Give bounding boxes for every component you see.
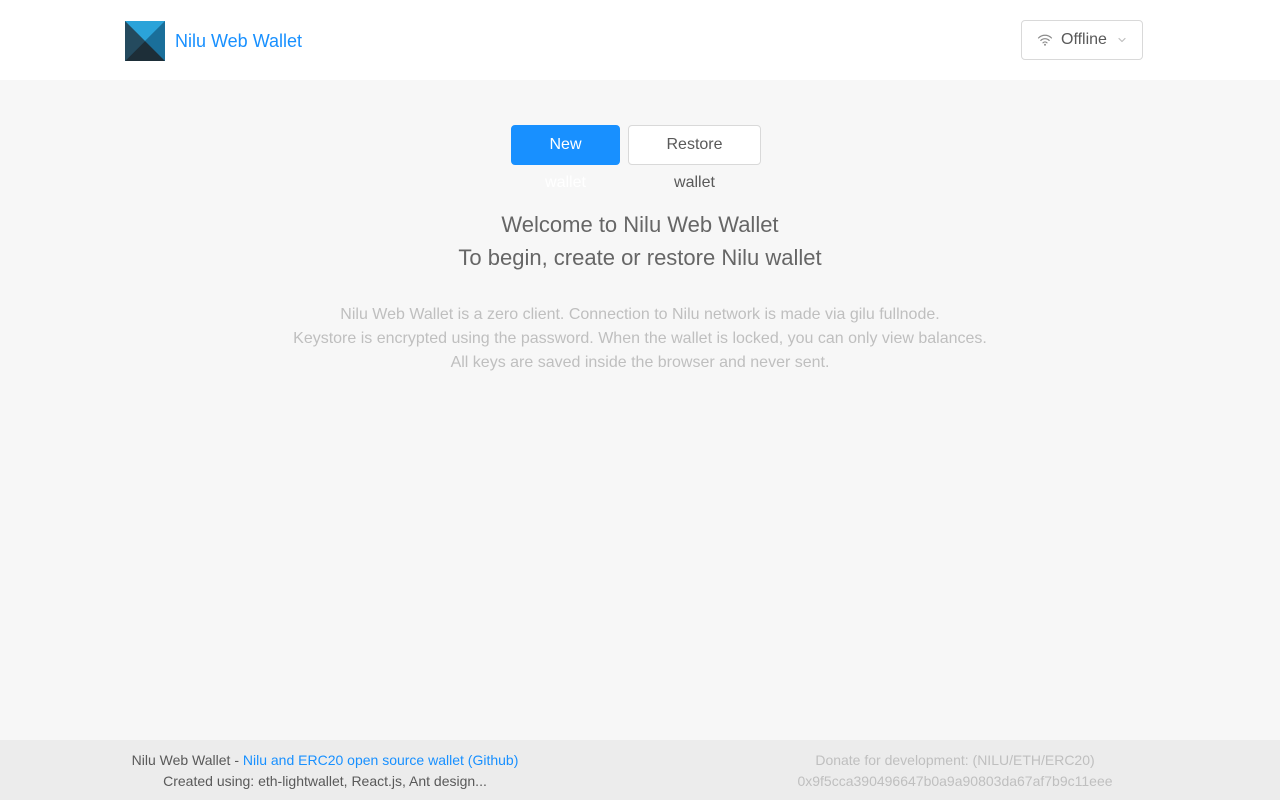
footer-donate: Donate for development: (NILU/ETH/ERC20)…: [755, 750, 1155, 792]
restore-wallet-button[interactable]: Restore wallet: [628, 125, 761, 191]
github-link[interactable]: Nilu and ERC20 open source wallet (Githu…: [243, 752, 518, 768]
donate-address[interactable]: 0x9f5cca390496647b0a9a90803da67af7b9c11e…: [755, 771, 1155, 792]
info-line: Nilu Web Wallet is a zero client. Connec…: [340, 306, 940, 323]
nilu-logo-icon: [125, 21, 165, 61]
footer-created-using: Created using: eth-lightwallet, React.js…: [163, 773, 487, 789]
footer-app-name: Nilu Web Wallet: [131, 752, 231, 768]
new-wallet-button[interactable]: New wallet: [511, 125, 620, 191]
donate-label: Donate for development: (NILU/ETH/ERC20): [815, 752, 1095, 768]
welcome-subline: To begin, create or restore Nilu wallet: [458, 245, 822, 270]
welcome-heading: Welcome to Nilu Web Wallet To begin, cre…: [0, 208, 1280, 274]
network-select[interactable]: Offline: [1021, 20, 1143, 60]
welcome-line: Welcome to Nilu Web Wallet: [501, 212, 779, 237]
footer: Nilu Web Wallet - Nilu and ERC20 open so…: [0, 740, 1280, 800]
footer-separator: -: [230, 752, 243, 768]
header: Nilu Web Wallet Offline: [0, 0, 1280, 80]
footer-credits: Nilu Web Wallet - Nilu and ERC20 open so…: [125, 750, 525, 792]
brand-link[interactable]: Nilu Web Wallet: [125, 21, 302, 61]
app-title: Nilu Web Wallet: [175, 31, 303, 51]
wallet-actions: New wallet Restore wallet: [511, 125, 761, 191]
info-line: All keys are saved inside the browser an…: [450, 354, 830, 371]
wifi-icon: [1037, 34, 1053, 46]
info-line: Keystore is encrypted using the password…: [293, 330, 987, 347]
chevron-down-icon: [1118, 37, 1126, 43]
info-text: Nilu Web Wallet is a zero client. Connec…: [0, 303, 1280, 375]
network-selected-value: Offline: [1061, 31, 1107, 48]
